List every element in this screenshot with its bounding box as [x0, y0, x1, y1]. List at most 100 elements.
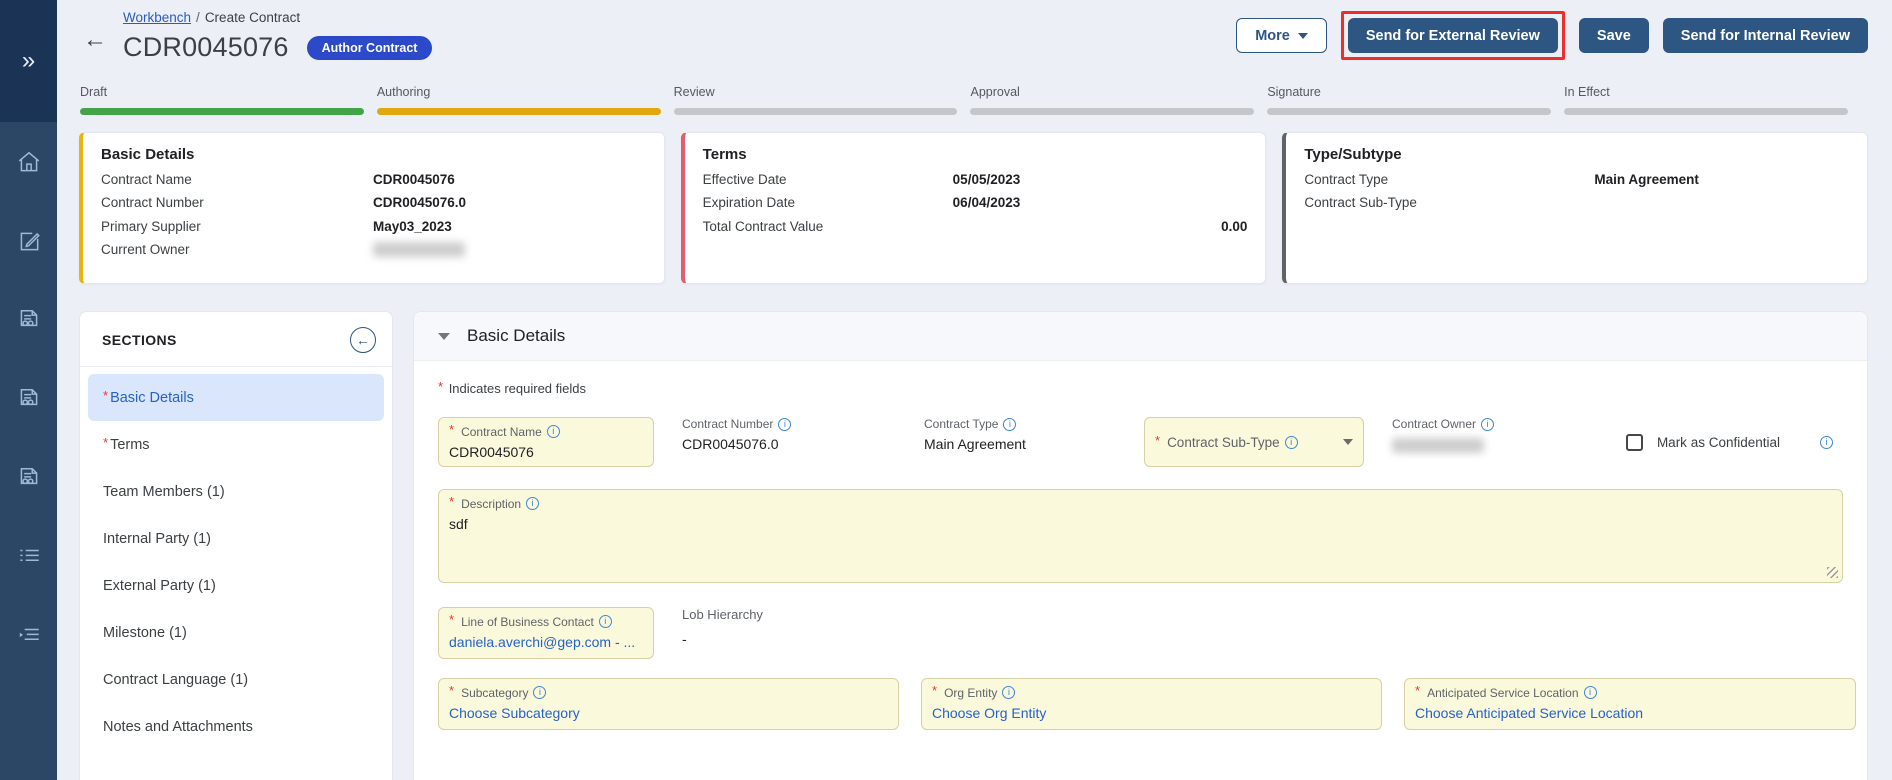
send-internal-review-button[interactable]: Send for Internal Review	[1662, 18, 1868, 53]
required-marker: *	[449, 683, 455, 698]
field-label: Org Entity	[944, 685, 998, 700]
info-icon[interactable]: i	[526, 497, 540, 510]
breadcrumb-current: Create Contract	[204, 10, 301, 25]
compose-icon[interactable]	[0, 201, 57, 280]
section-item-basic-details[interactable]: * Basic Details	[88, 374, 384, 421]
stage-approval: Approval	[970, 85, 1255, 115]
choose-subcategory-link[interactable]: Choose Subcategory	[449, 705, 888, 721]
choose-org-entity-link[interactable]: Choose Org Entity	[932, 705, 1371, 721]
more-button[interactable]: More	[1236, 18, 1327, 53]
line-of-business-contact-field[interactable]: * Line of Business Contact i daniela.ave…	[438, 607, 654, 659]
contract-document-icon[interactable]	[0, 359, 57, 438]
contract-number-value: CDR0045076.0	[682, 436, 779, 452]
info-icon[interactable]: i	[1820, 435, 1833, 449]
chevron-down-icon	[1297, 32, 1308, 39]
section-item-terms[interactable]: * Terms	[88, 421, 384, 468]
anticipated-service-location-field[interactable]: * Anticipated Service Location i Choose …	[1404, 678, 1856, 730]
subcategory-field[interactable]: * Subcategory i Choose Subcategory	[438, 678, 899, 730]
section-item-label: Basic Details	[110, 389, 194, 406]
row-label: Contract Sub-Type	[1304, 195, 1417, 210]
breadcrumb-separator: /	[196, 10, 200, 25]
info-icon[interactable]: i	[1284, 435, 1298, 449]
info-icon[interactable]: i	[1002, 686, 1016, 699]
resize-handle[interactable]	[1827, 567, 1838, 578]
send-external-review-button[interactable]: Send for External Review	[1347, 18, 1558, 53]
org-entity-field[interactable]: * Org Entity i Choose Org Entity	[921, 678, 1382, 730]
info-icon[interactable]: i	[598, 615, 612, 628]
breadcrumb-workbench-link[interactable]: Workbench	[123, 10, 191, 25]
row-label: Expiration Date	[702, 195, 795, 210]
row-label: Primary Supplier	[101, 218, 201, 234]
terms-card: Terms Effective Date 05/05/2023 Expirati…	[680, 132, 1267, 284]
section-item-team-members[interactable]: Team Members (1)	[88, 468, 384, 515]
info-icon[interactable]: i	[533, 686, 547, 699]
main-area: ← Workbench / Create Contract CDR0045076 A…	[57, 0, 1892, 780]
workflow-menu-icon[interactable]	[0, 596, 57, 675]
section-item-notes-attachments[interactable]: Notes and Attachments	[88, 703, 384, 750]
contract-owner-redacted-value	[1392, 438, 1484, 453]
field-label: Line of Business Contact	[461, 614, 594, 629]
row-label: Contract Type	[1304, 171, 1389, 187]
info-icon[interactable]: i	[546, 425, 560, 438]
more-button-label: More	[1255, 27, 1290, 44]
field-label: Contract Type	[924, 417, 999, 431]
list-icon[interactable]	[0, 517, 57, 596]
row-label: Total Contract Value	[702, 218, 824, 234]
workflow-progress-tracker: Draft Authoring Review Approval Signatur…	[57, 63, 1892, 115]
back-button[interactable]: ←	[83, 28, 107, 63]
row-label: Contract Name	[101, 171, 192, 187]
contract-sub-type-dropdown[interactable]: * Contract Sub-Type i	[1144, 417, 1364, 467]
card-row: Expiration Date 06/04/2023	[703, 195, 1248, 210]
description-value[interactable]: sdf	[449, 516, 1832, 532]
section-item-milestone[interactable]: Milestone (1)	[88, 609, 384, 656]
contract-document-icon[interactable]	[0, 438, 57, 517]
save-button[interactable]: Save	[1578, 18, 1649, 53]
card-title: Terms	[702, 146, 747, 163]
collapse-section-icon[interactable]	[438, 332, 450, 340]
mark-confidential-group: Mark as Confidential i	[1606, 417, 1843, 467]
required-marker: *	[103, 435, 109, 450]
mark-confidential-checkbox[interactable]	[1625, 433, 1643, 451]
red-highlight-annotation: Send for External Review	[1340, 11, 1565, 60]
field-label: Contract Number	[682, 417, 774, 431]
section-item-internal-party[interactable]: Internal Party (1)	[88, 515, 384, 562]
contract-document-icon[interactable]	[0, 280, 57, 359]
nav-rail: »	[0, 0, 57, 780]
choose-anticipated-service-location-link[interactable]: Choose Anticipated Service Location	[1415, 705, 1845, 721]
required-marker: *	[1415, 683, 1421, 698]
required-marker: *	[103, 388, 109, 403]
card-row: Total Contract Value 0.00	[703, 219, 1248, 234]
top-bar: ← Workbench / Create Contract CDR0045076 A…	[57, 0, 1892, 63]
field-label: Anticipated Service Location	[1427, 685, 1579, 700]
description-textarea[interactable]: * Description i sdf	[438, 489, 1843, 583]
required-marker: *	[449, 494, 455, 509]
info-icon[interactable]: i	[1583, 686, 1597, 699]
mark-confidential-label: Mark as Confidential	[1656, 434, 1780, 450]
section-item-contract-language[interactable]: Contract Language (1)	[88, 656, 384, 703]
stage-draft: Draft	[80, 85, 364, 115]
field-label: Subcategory	[461, 685, 529, 700]
required-fields-note: * Indicates required fields	[438, 379, 1843, 396]
row-value: 05/05/2023	[952, 171, 1021, 187]
contract-name-value[interactable]: CDR0045076	[449, 444, 643, 460]
stage-authoring: Authoring	[376, 85, 661, 115]
row-value: May03_2023	[373, 218, 452, 234]
collapse-panel-button[interactable]: ←	[350, 327, 376, 353]
info-icon[interactable]: i	[1481, 417, 1495, 431]
type-subtype-card: Type/Subtype Contract Type Main Agreemen…	[1282, 132, 1869, 284]
info-icon[interactable]: i	[1003, 417, 1017, 431]
info-icon[interactable]: i	[778, 417, 792, 431]
stage-label: In Effect	[1564, 85, 1610, 99]
required-marker: *	[438, 379, 444, 394]
required-marker: *	[449, 612, 455, 627]
lob-contact-value[interactable]: daniela.averchi@gep.com - ...	[449, 634, 643, 650]
section-item-label: Contract Language (1)	[103, 671, 249, 688]
card-row: Effective Date 05/05/2023	[703, 172, 1248, 187]
stage-bar	[376, 108, 661, 115]
section-item-label: Notes and Attachments	[103, 718, 253, 735]
expand-rail-icon[interactable]: »	[0, 0, 57, 122]
contract-name-field[interactable]: * Contract Name i CDR0045076	[438, 417, 654, 467]
section-item-external-party[interactable]: External Party (1)	[88, 562, 384, 609]
home-icon[interactable]	[0, 122, 57, 201]
form-section-title: Basic Details	[467, 326, 566, 345]
